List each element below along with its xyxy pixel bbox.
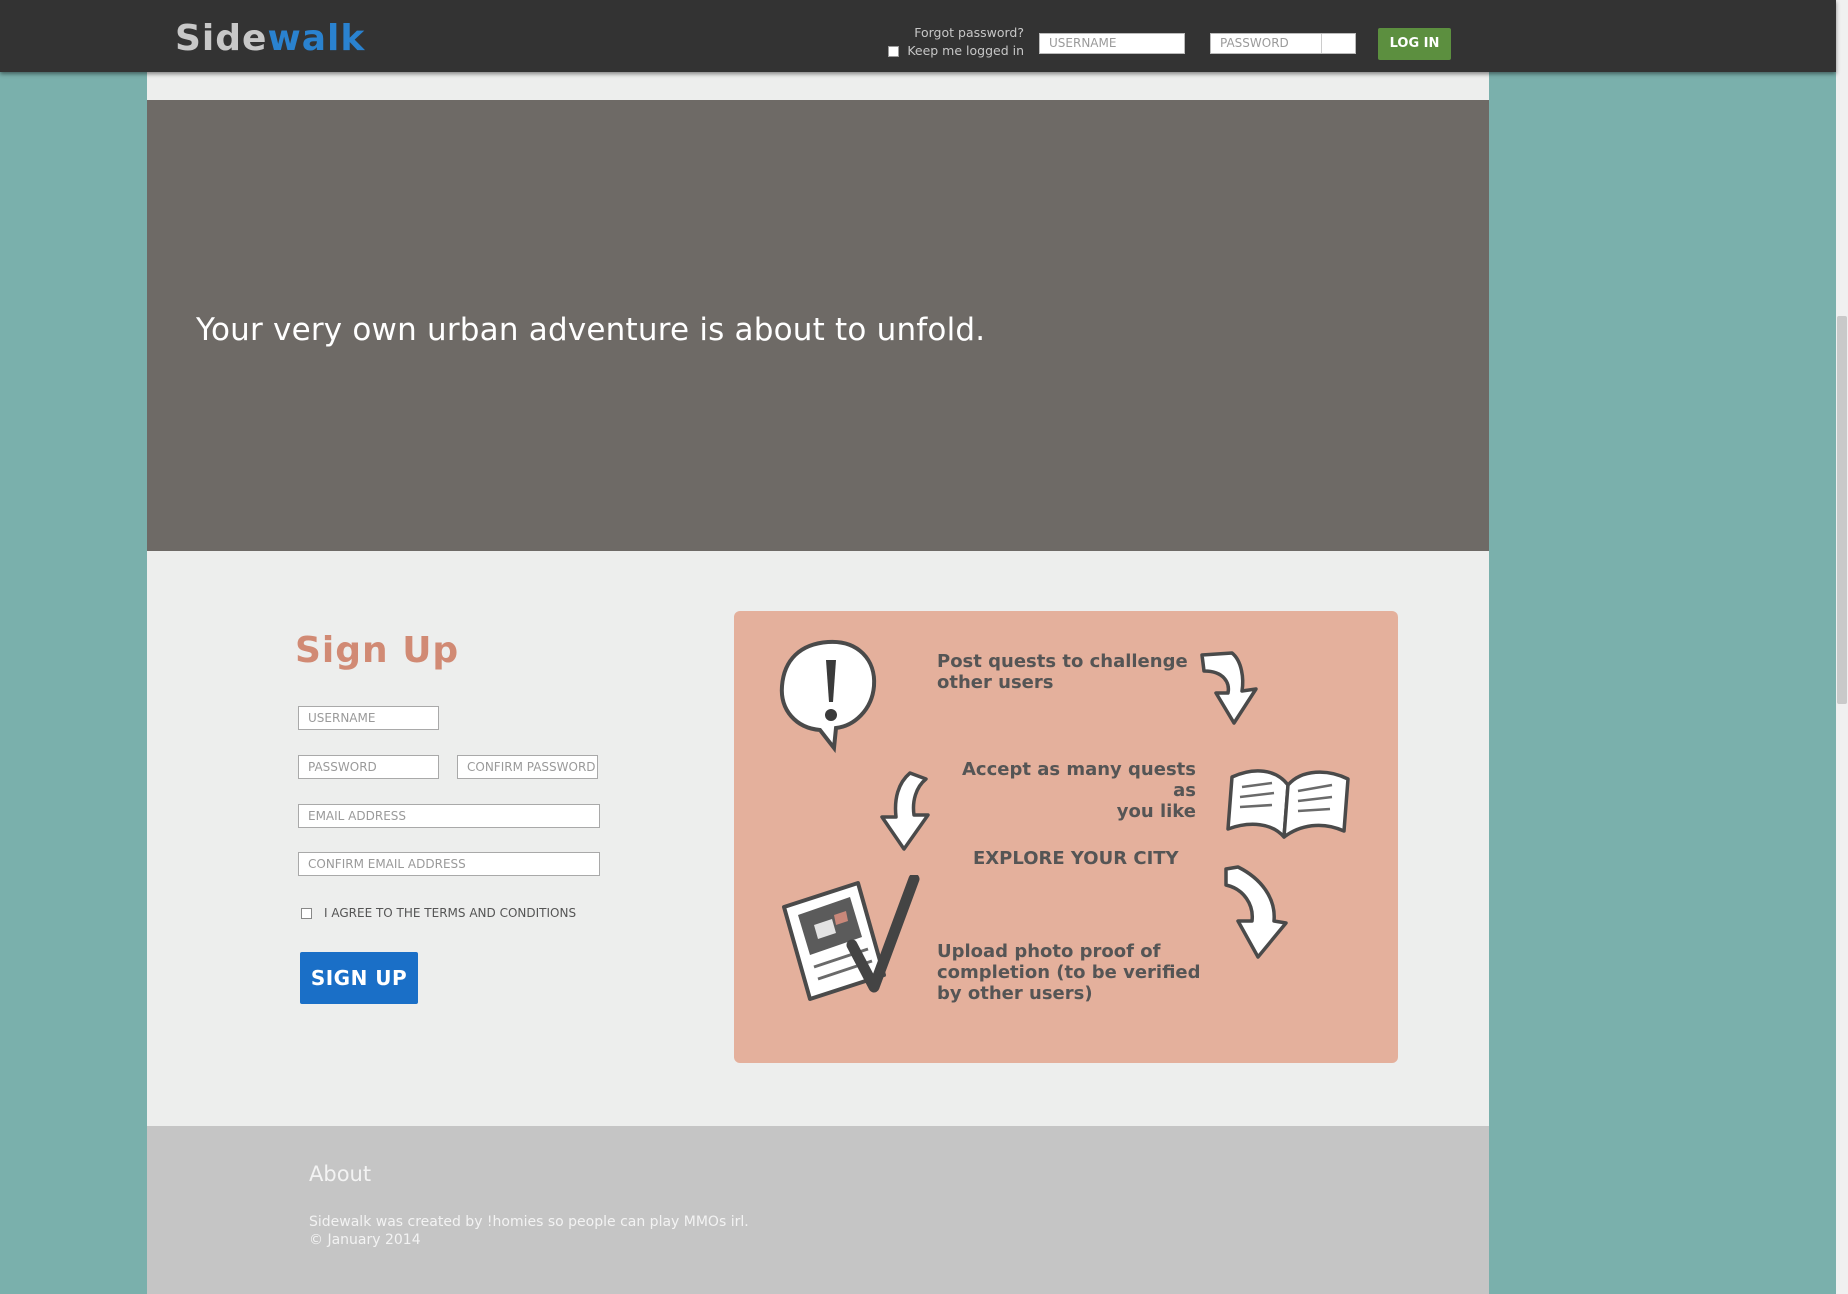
how-it-works-panel: Post quests to challenge other users Acc… (734, 611, 1398, 1063)
curved-arrow-icon (1200, 651, 1258, 725)
header-password-input[interactable]: PASSWORD (1210, 33, 1356, 54)
step-upload-proof-line1: Upload photo proof of (937, 941, 1161, 962)
signup-title: Sign Up (295, 630, 460, 671)
password-field-segment (1321, 34, 1355, 53)
step-accept-quests-line1: Accept as many quests as (961, 759, 1196, 801)
login-button[interactable]: LOG IN (1378, 28, 1451, 60)
brand-logo-part1: Side (175, 18, 268, 59)
header-password-placeholder: PASSWORD (1220, 36, 1289, 50)
step-upload-proof-line2: completion (to be verified (937, 962, 1201, 983)
step-post-quests-line1: Post quests to challenge (937, 651, 1188, 672)
footer: About Sidewalk was created by !homies so… (147, 1126, 1489, 1294)
step-upload-proof-line3: by other users) (937, 983, 1093, 1004)
terms-label: I AGREE TO THE TERMS AND CONDITIONS (324, 906, 577, 920)
terms-checkbox[interactable] (301, 907, 312, 919)
scrollbar-thumb[interactable] (1837, 316, 1847, 704)
footer-copyright: © January 2014 (309, 1232, 421, 1248)
forgot-password-link[interactable]: Forgot password? (880, 24, 1024, 42)
footer-about-line1: Sidewalk was created by !homies so peopl… (309, 1214, 749, 1230)
step-post-quests-line2: other users (937, 672, 1054, 693)
hero-banner: Your very own urban adventure is about t… (147, 100, 1489, 551)
step-explore-city: EXPLORE YOUR CITY (973, 848, 1179, 869)
scrollbar-track[interactable] (1836, 0, 1848, 1294)
brand-logo[interactable]: Sidewalk (175, 18, 365, 59)
footer-about-heading: About (309, 1162, 372, 1186)
terms-agreement: I AGREE TO THE TERMS AND CONDITIONS (301, 906, 576, 920)
page-container: Your very own urban adventure is about t… (147, 0, 1489, 1294)
signup-button[interactable]: SIGN UP (300, 952, 418, 1004)
curved-arrow-icon (880, 771, 930, 851)
step-upload-proof: Upload photo proof of completion (to be … (937, 941, 1201, 1004)
curved-arrow-icon (1224, 865, 1288, 959)
step-accept-quests-line2: you like (1116, 801, 1196, 822)
brand-logo-part2: walk (267, 18, 366, 59)
signup-confirm-email-input[interactable]: CONFIRM EMAIL ADDRESS (298, 852, 600, 876)
step-accept-quests: Accept as many quests as you like (946, 759, 1196, 822)
login-options: Forgot password? Keep me logged in (880, 24, 1024, 60)
exclamation-bubble-icon (779, 639, 877, 754)
keep-logged-in-checkbox[interactable] (888, 45, 900, 57)
signup-confirm-password-input[interactable]: CONFIRM PASSWORD (457, 755, 598, 779)
signup-username-input[interactable]: USERNAME (298, 706, 439, 730)
top-navbar: Sidewalk Forgot password? Keep me logged… (0, 0, 1836, 72)
signup-email-input[interactable]: EMAIL ADDRESS (298, 804, 600, 828)
footer-about-text: Sidewalk was created by !homies so peopl… (309, 1213, 749, 1249)
viewport: Your very own urban adventure is about t… (0, 0, 1848, 1294)
photo-checkmark-icon (782, 875, 920, 1001)
step-post-quests: Post quests to challenge other users (937, 651, 1188, 693)
keep-logged-in-label: Keep me logged in (907, 43, 1024, 58)
open-book-icon (1226, 769, 1350, 839)
header-username-input[interactable]: USERNAME (1039, 33, 1185, 54)
keep-logged-in-row: Keep me logged in (880, 42, 1024, 60)
hero-tagline: Your very own urban adventure is about t… (196, 312, 986, 348)
signup-password-input[interactable]: PASSWORD (298, 755, 439, 779)
